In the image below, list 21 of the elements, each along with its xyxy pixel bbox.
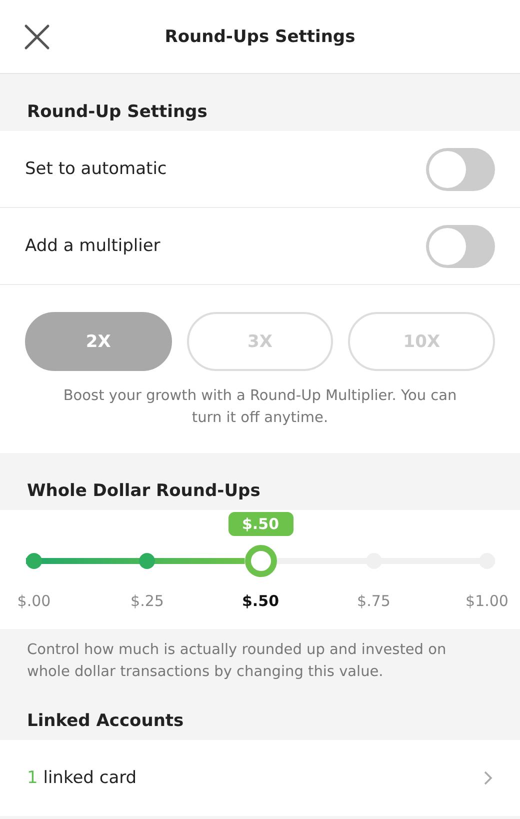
section-heading: Whole Dollar Round-Ups xyxy=(26,480,262,503)
scale-label: $.25 xyxy=(130,592,164,610)
scale-label: $.50 xyxy=(242,592,279,610)
linked-card-label: 1 linked card xyxy=(27,768,137,788)
whole-dollar-note: Control how much is actually rounded up and invested on whole dollar transactions by changing this value. xyxy=(26,641,448,682)
linked-card-row[interactable]: 1 linked card xyxy=(0,740,520,816)
scale-label: $.75 xyxy=(357,592,390,610)
section-heading: Round-Up Settings xyxy=(26,101,208,124)
toggle-switch[interactable] xyxy=(426,224,495,268)
scale-label: $.00 xyxy=(17,592,51,610)
section-heading: Linked Accounts xyxy=(26,710,185,733)
screen-title: Round-Ups Settings xyxy=(164,26,356,46)
multiplier-note: Boost your growth with a Round-Up Multiplier. You can turn it off anytime. xyxy=(62,387,458,428)
slider-thumb[interactable] xyxy=(244,545,276,577)
setting-label: Set to automatic xyxy=(25,159,167,179)
close-icon[interactable] xyxy=(24,24,50,50)
chevron-right-icon xyxy=(483,770,493,786)
scale-label: $1.00 xyxy=(466,592,508,610)
setting-label: Add a multiplier xyxy=(25,236,160,256)
value-bubble: $.50 xyxy=(228,512,293,536)
toggle-switch[interactable] xyxy=(426,148,495,190)
